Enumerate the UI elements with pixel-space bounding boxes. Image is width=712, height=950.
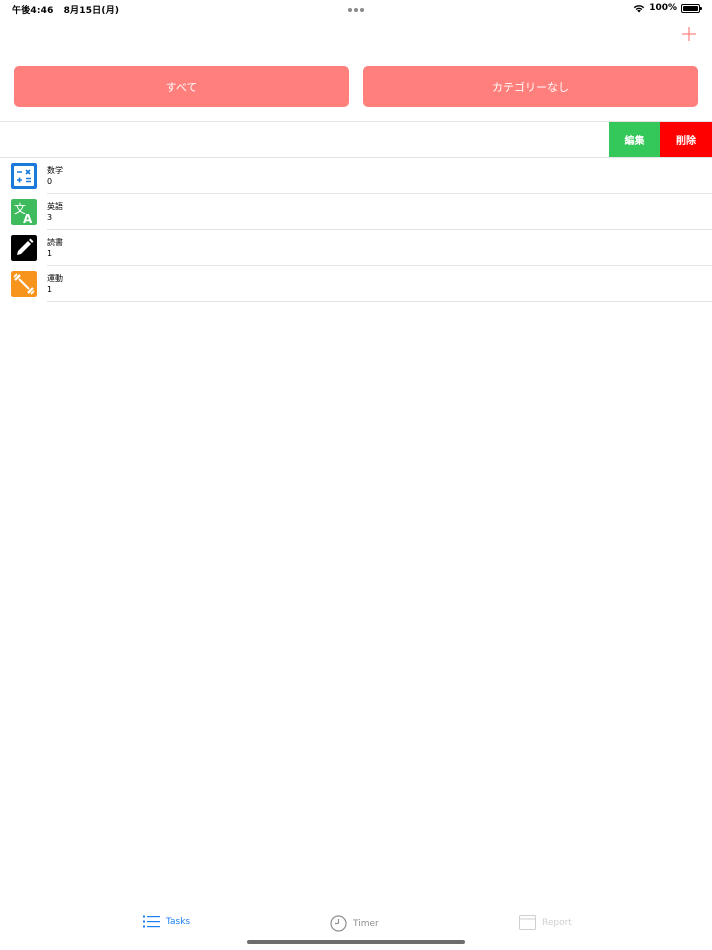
edit-button[interactable]: 編集 <box>609 122 660 157</box>
category-count: 1 <box>47 249 53 258</box>
battery-percent: 100% <box>649 3 677 13</box>
category-name: 数学 <box>47 166 63 175</box>
pencil-icon <box>11 235 37 261</box>
clock-icon <box>330 915 347 932</box>
category-count: 1 <box>47 285 53 294</box>
status-bar: 午後4:46 8月15日(月) 100% <box>0 0 712 18</box>
tab-tasks[interactable]: Tasks <box>143 915 190 928</box>
category-name: 英語 <box>47 202 63 211</box>
category-name: 読書 <box>47 238 63 247</box>
category-count: 3 <box>47 213 53 222</box>
dumbbell-icon <box>11 271 37 297</box>
home-indicator[interactable] <box>247 940 465 944</box>
category-name: 運動 <box>47 274 63 283</box>
svg-text:A: A <box>23 212 33 225</box>
wifi-icon <box>633 4 645 12</box>
tab-timer-label: Timer <box>353 918 379 929</box>
filter-all-button[interactable]: すべて <box>14 66 349 107</box>
tab-timer[interactable]: Timer <box>330 915 379 932</box>
translate-icon: 文 A <box>11 199 37 225</box>
battery-icon <box>681 3 702 13</box>
swiped-row[interactable]: 編集 削除 <box>0 122 712 157</box>
tab-report-label: Report <box>542 917 572 928</box>
category-list: 数学 0 文 A 英語 3 読書 1 運動 1 <box>0 158 712 302</box>
list-item[interactable]: 文 A 英語 3 <box>0 194 712 230</box>
tab-tasks-label: Tasks <box>166 916 191 927</box>
multitasking-dots-icon[interactable] <box>348 8 364 12</box>
status-indicators: 100% <box>633 3 702 13</box>
list-item[interactable]: 読書 1 <box>0 230 712 266</box>
delete-button[interactable]: 削除 <box>660 122 712 157</box>
calculator-icon <box>11 163 37 189</box>
list-icon <box>143 915 160 928</box>
tab-report[interactable]: Report <box>519 915 572 930</box>
status-time: 午後4:46 8月15日(月) <box>12 3 119 16</box>
list-item[interactable]: 数学 0 <box>0 158 712 194</box>
status-date: 8月15日(月) <box>63 6 120 16</box>
plus-icon <box>682 27 696 41</box>
status-clock: 午後4:46 <box>12 6 54 16</box>
calendar-icon <box>519 915 536 930</box>
list-item[interactable]: 運動 1 <box>0 266 712 302</box>
category-count: 0 <box>47 177 53 186</box>
add-category-button[interactable] <box>680 25 698 43</box>
filter-uncategorized-button[interactable]: カテゴリーなし <box>363 66 698 107</box>
